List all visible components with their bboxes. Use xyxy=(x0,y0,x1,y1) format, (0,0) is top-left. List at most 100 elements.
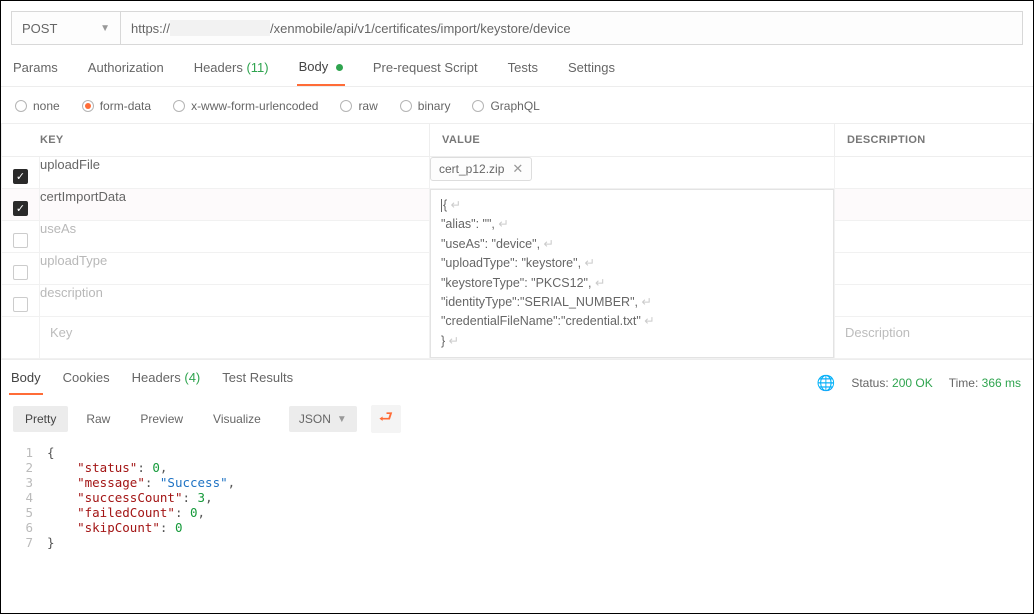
radio-icon xyxy=(340,100,352,112)
tab-tests[interactable]: Tests xyxy=(506,60,540,85)
code-line: 6 "skipCount": 0 xyxy=(13,520,1021,535)
resp-headers-count: (4) xyxy=(184,370,200,385)
wrap-icon: ⮐ xyxy=(379,406,393,433)
http-method-select[interactable]: POST ▼ xyxy=(11,11,121,45)
key-cell[interactable]: certImportData xyxy=(40,189,430,221)
http-method-value: POST xyxy=(22,21,57,36)
row-checkbox[interactable]: ✓ xyxy=(13,169,28,184)
json-line: "useAs": "device", xyxy=(441,237,540,251)
resp-headers-label: Headers xyxy=(132,370,181,385)
table-row: ✓ certImportData { ↵ "alias": "", ↵ "use… xyxy=(2,189,1033,221)
time-value: 366 ms xyxy=(982,376,1021,390)
chevron-down-icon: ▼ xyxy=(337,414,347,425)
desc-cell[interactable] xyxy=(835,285,1033,317)
time-label: Time: xyxy=(949,376,979,390)
json-line: "keystoreType": "PKCS12", xyxy=(441,276,591,290)
view-pretty[interactable]: Pretty xyxy=(13,406,68,432)
status-value: 200 OK xyxy=(892,376,933,390)
response-body-code[interactable]: 1{2 "status": 0,3 "message": "Success",4… xyxy=(1,443,1033,562)
code-line: 1{ xyxy=(13,445,1021,460)
key-cell[interactable]: uploadType xyxy=(40,253,430,285)
body-type-none-label: none xyxy=(33,99,60,113)
close-icon[interactable]: ✕ xyxy=(512,161,523,177)
radio-icon xyxy=(472,100,484,112)
radio-icon xyxy=(173,100,185,112)
wrap-lines-button[interactable]: ⮐ xyxy=(371,405,401,433)
json-line: { xyxy=(443,198,447,212)
code-line: 7} xyxy=(13,535,1021,550)
chevron-down-icon: ▼ xyxy=(100,23,110,34)
tab-body[interactable]: Body xyxy=(297,59,345,86)
desc-cell[interactable] xyxy=(835,157,1033,189)
url-prefix: https:// xyxy=(131,21,170,36)
desc-cell[interactable] xyxy=(835,221,1033,253)
col-value-header: VALUE xyxy=(430,124,835,157)
row-checkbox[interactable] xyxy=(13,297,28,312)
json-line: "identityType":"SERIAL_NUMBER", xyxy=(441,295,638,309)
value-cell[interactable]: cert_p12.zip ✕ xyxy=(430,157,835,189)
row-checkbox[interactable] xyxy=(13,265,28,280)
body-type-none[interactable]: none xyxy=(15,99,60,113)
key-cell[interactable]: uploadFile xyxy=(40,157,430,189)
json-line: "alias": "", xyxy=(441,217,495,231)
resp-tab-body[interactable]: Body xyxy=(9,370,43,395)
url-suffix: /xenmobile/api/v1/certificates/import/ke… xyxy=(270,21,571,36)
tab-params[interactable]: Params xyxy=(11,60,60,85)
view-preview[interactable]: Preview xyxy=(128,406,195,432)
json-line: } xyxy=(441,334,445,348)
url-input[interactable]: https:// /xenmobile/api/v1/certificates/… xyxy=(121,11,1023,45)
value-textarea[interactable]: { ↵ "alias": "", ↵ "useAs": "device", ↵ … xyxy=(430,189,834,358)
tab-settings[interactable]: Settings xyxy=(566,60,617,85)
tab-headers-count: (11) xyxy=(246,60,268,75)
desc-cell[interactable] xyxy=(835,253,1033,285)
radio-icon xyxy=(82,100,94,112)
code-line: 2 "status": 0, xyxy=(13,460,1021,475)
body-type-urlencoded[interactable]: x-www-form-urlencoded xyxy=(173,99,318,113)
row-checkbox[interactable]: ✓ xyxy=(13,201,28,216)
code-line: 4 "successCount": 3, xyxy=(13,490,1021,505)
col-desc-header: DESCRIPTION xyxy=(835,124,1033,157)
file-chip: cert_p12.zip ✕ xyxy=(430,157,532,181)
response-header: Body Cookies Headers (4) Test Results 🌐 … xyxy=(1,359,1033,395)
body-active-dot-icon xyxy=(336,64,343,71)
json-line: "uploadType": "keystore", xyxy=(441,256,581,270)
resp-tab-headers[interactable]: Headers (4) xyxy=(130,370,203,395)
view-mode-row: Pretty Raw Preview Visualize JSON ▼ ⮐ xyxy=(1,395,1033,443)
body-type-formdata-label: form-data xyxy=(100,99,151,113)
body-type-urlencoded-label: x-www-form-urlencoded xyxy=(191,99,318,113)
tab-prerequest[interactable]: Pre-request Script xyxy=(371,60,480,85)
code-line: 5 "failedCount": 0, xyxy=(13,505,1021,520)
key-cell[interactable]: description xyxy=(40,285,430,317)
radio-icon xyxy=(15,100,27,112)
body-type-graphql-label: GraphQL xyxy=(490,99,539,113)
format-value: JSON xyxy=(299,412,331,426)
url-redacted-host xyxy=(170,20,270,36)
desc-cell[interactable] xyxy=(835,189,1033,221)
resp-tab-testresults[interactable]: Test Results xyxy=(220,370,295,395)
status-label: Status: xyxy=(851,376,888,390)
body-type-binary[interactable]: binary xyxy=(400,99,451,113)
format-select[interactable]: JSON ▼ xyxy=(289,406,357,432)
desc-placeholder[interactable]: Description xyxy=(835,317,1033,359)
view-raw[interactable]: Raw xyxy=(74,406,122,432)
view-visualize[interactable]: Visualize xyxy=(201,406,273,432)
body-type-row: none form-data x-www-form-urlencoded raw… xyxy=(1,87,1033,123)
key-placeholder[interactable]: Key xyxy=(40,317,430,359)
tab-authorization[interactable]: Authorization xyxy=(86,60,166,85)
body-type-raw-label: raw xyxy=(358,99,377,113)
row-checkbox[interactable] xyxy=(13,233,28,248)
resp-tab-cookies[interactable]: Cookies xyxy=(61,370,112,395)
key-cell[interactable]: useAs xyxy=(40,221,430,253)
col-key-header: KEY xyxy=(2,124,430,157)
json-line: "credentialFileName":"credential.txt" xyxy=(441,314,641,328)
tab-headers[interactable]: Headers (11) xyxy=(192,60,271,85)
globe-icon[interactable]: 🌐 xyxy=(817,374,836,392)
radio-icon xyxy=(400,100,412,112)
request-tabs: Params Authorization Headers (11) Body P… xyxy=(1,45,1033,87)
tab-headers-label: Headers xyxy=(194,60,243,75)
body-type-raw[interactable]: raw xyxy=(340,99,377,113)
table-row: ✓ uploadFile cert_p12.zip ✕ xyxy=(2,157,1033,189)
body-type-formdata[interactable]: form-data xyxy=(82,99,151,113)
code-line: 3 "message": "Success", xyxy=(13,475,1021,490)
body-type-graphql[interactable]: GraphQL xyxy=(472,99,539,113)
